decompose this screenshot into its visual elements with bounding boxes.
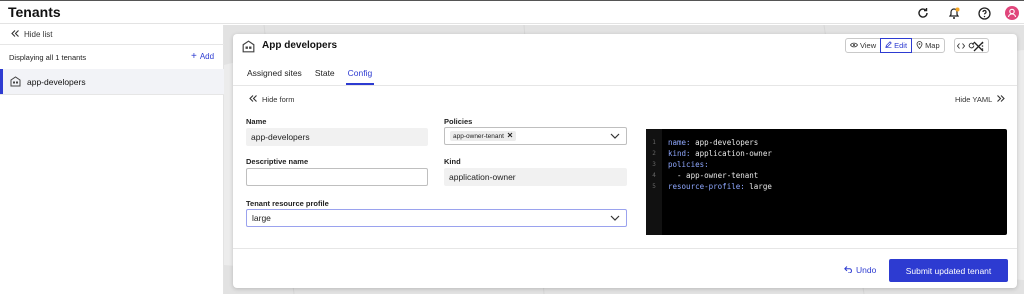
tab-config[interactable]: Config <box>345 68 374 85</box>
policy-chip: app-owner-tenant <box>450 131 516 141</box>
building-icon <box>10 76 21 87</box>
bell-icon[interactable] <box>946 5 962 21</box>
map-button[interactable]: Map <box>912 39 944 52</box>
view-button[interactable]: View <box>846 39 880 52</box>
list-item-label: app-developers <box>27 76 86 87</box>
double-chevron-right-icon <box>997 95 1006 104</box>
selected-value: large <box>252 213 271 223</box>
tab-bar: Assigned sites State Config <box>247 68 374 85</box>
yaml-key: name: <box>668 138 691 147</box>
view-mode-toggle: View Edit Map <box>845 38 945 53</box>
policy-chip-label: app-owner-tenant <box>453 132 504 140</box>
hide-yaml-button[interactable]: Hide YAML <box>955 95 1006 104</box>
hide-list-label: Hide list <box>24 30 53 39</box>
tab-state[interactable]: State <box>315 68 335 78</box>
yaml-value: large <box>744 182 772 191</box>
yaml-value: application-owner <box>690 149 772 158</box>
tenant-resource-profile-label: Tenant resource profile <box>246 199 329 208</box>
add-tenant-button[interactable]: + Add <box>191 50 215 62</box>
kind-label: Kind <box>444 157 461 166</box>
chevron-down-icon <box>610 132 620 142</box>
add-label: Add <box>199 52 215 61</box>
name-label: Name <box>246 117 267 126</box>
panel-title: App developers <box>262 40 338 51</box>
yaml-line: 1 name: app-developers <box>646 137 1007 148</box>
submit-updated-tenant-button[interactable]: Submit updated tenant <box>889 259 1008 282</box>
descriptive-name-input[interactable] <box>246 168 428 186</box>
help-icon[interactable] <box>976 5 992 21</box>
yaml-line: 2 kind: application-owner <box>646 148 1007 159</box>
tenant-editor-panel: App developers View Edit Map Assigned si… <box>233 34 1017 288</box>
list-item[interactable]: app-developers <box>0 69 224 94</box>
yaml-value: - app-owner-tenant <box>668 171 759 180</box>
line-number: 3 <box>652 161 656 168</box>
sidebar: Hide list Displaying all 1 tenants + Add… <box>0 25 224 294</box>
yaml-key: kind: <box>668 149 691 158</box>
double-chevron-left-icon <box>11 30 19 39</box>
divider <box>0 44 224 45</box>
yaml-key: resource-profile: <box>668 182 745 191</box>
view-button-label: View <box>860 41 877 50</box>
line-number: 1 <box>652 139 656 146</box>
hide-form-label: Hide form <box>262 95 295 104</box>
undo-label: Undo <box>856 265 877 275</box>
undo-icon <box>844 265 853 275</box>
edit-button-label: Edit <box>894 41 908 50</box>
yaml-editor[interactable]: 1 name: app-developers 2 kind: applicati… <box>646 129 1007 235</box>
close-icon[interactable] <box>507 132 513 140</box>
undo-button[interactable]: Undo <box>844 265 876 275</box>
divider <box>233 248 1017 249</box>
yaml-value: app-developers <box>690 138 759 147</box>
building-icon <box>242 40 255 58</box>
policies-label: Policies <box>444 117 473 126</box>
name-field: app-developers <box>246 128 428 146</box>
kind-field: application-owner <box>444 168 627 186</box>
map-pin-icon <box>916 40 923 51</box>
close-icon[interactable] <box>973 39 984 57</box>
divider <box>0 94 224 95</box>
page-title: Tenants <box>8 4 61 20</box>
tab-assigned-sites[interactable]: Assigned sites <box>247 68 302 78</box>
hide-list-button[interactable]: Hide list <box>11 30 52 39</box>
chevron-down-icon <box>610 214 620 224</box>
edit-button[interactable]: Edit <box>880 38 913 53</box>
hide-form-button[interactable]: Hide form <box>249 95 295 104</box>
line-number: 2 <box>652 150 656 157</box>
descriptive-name-label: Descriptive name <box>246 157 309 166</box>
yaml-line: 3 policies: <box>646 159 1007 170</box>
avatar-icon[interactable] <box>1004 5 1020 21</box>
yaml-line: 5 resource-profile: large <box>646 181 1007 192</box>
plus-icon: + <box>191 50 197 62</box>
policies-select[interactable]: app-owner-tenant <box>444 127 627 145</box>
refresh-icon[interactable] <box>915 5 931 21</box>
hide-yaml-label: Hide YAML <box>955 95 993 104</box>
pencil-icon <box>885 41 892 50</box>
double-chevron-left-icon <box>249 95 257 104</box>
map-button-label: Map <box>925 41 940 50</box>
yaml-key: policies: <box>668 160 709 169</box>
line-number: 5 <box>652 183 656 190</box>
tenant-resource-profile-select[interactable]: large <box>246 209 627 227</box>
divider <box>233 85 1017 86</box>
top-bar: Tenants <box>0 0 1024 24</box>
line-number: 4 <box>652 172 656 179</box>
tenant-count: Displaying all 1 tenants <box>9 53 87 62</box>
yaml-line: 4 - app-owner-tenant <box>646 170 1007 181</box>
eye-icon <box>850 41 858 50</box>
code-icon[interactable] <box>955 39 966 52</box>
